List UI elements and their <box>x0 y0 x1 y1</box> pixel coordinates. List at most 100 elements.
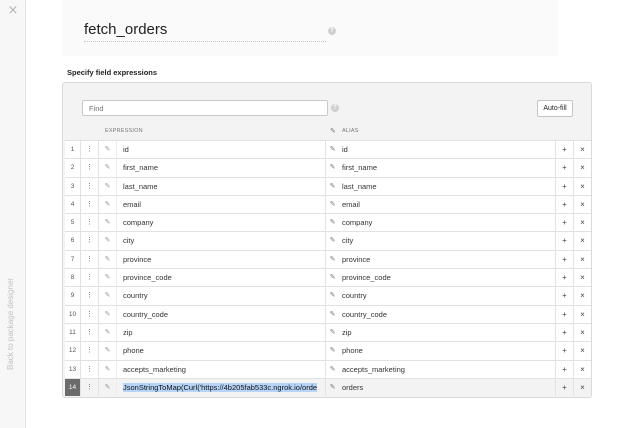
remove-row-icon[interactable]: × <box>573 287 591 305</box>
drag-handle-icon[interactable]: ⋮ <box>81 177 99 195</box>
edit-alias-icon[interactable]: ✎ <box>325 287 337 305</box>
component-name-help-icon[interactable]: ? <box>328 27 336 35</box>
add-row-icon[interactable]: + <box>555 195 573 214</box>
remove-row-icon[interactable]: × <box>573 305 591 323</box>
remove-row-icon[interactable]: × <box>573 378 591 397</box>
add-row-icon[interactable]: + <box>555 159 573 177</box>
drag-handle-icon[interactable]: ⋮ <box>81 269 99 287</box>
drag-handle-icon[interactable]: ⋮ <box>81 250 99 269</box>
add-row-icon[interactable]: + <box>555 360 573 378</box>
edit-expression-icon[interactable]: ✎ <box>99 360 117 378</box>
remove-row-icon[interactable]: × <box>573 195 591 214</box>
table-row[interactable]: 2 ⋮ ✎ first_name ✎ first_name + × <box>65 158 591 177</box>
edit-expression-icon[interactable]: ✎ <box>99 323 117 342</box>
table-row[interactable]: 11 ⋮ ✎ zip ✎ zip + × <box>65 322 591 342</box>
add-row-icon[interactable]: + <box>555 378 573 397</box>
expression-field[interactable]: zip <box>123 324 319 341</box>
alias-field[interactable]: first_name <box>342 159 542 176</box>
drag-handle-icon[interactable]: ⋮ <box>81 360 99 378</box>
edit-expression-icon[interactable]: ✎ <box>99 195 117 214</box>
drag-handle-icon[interactable]: ⋮ <box>81 287 99 305</box>
add-row-icon[interactable]: + <box>555 214 573 232</box>
drag-handle-icon[interactable]: ⋮ <box>81 232 99 250</box>
edit-alias-icon[interactable]: ✎ <box>325 195 337 214</box>
add-row-icon[interactable]: + <box>555 323 573 342</box>
edit-expression-icon[interactable]: ✎ <box>99 214 117 232</box>
table-row[interactable]: 14 ⋮ ✎ JsonStringToMap(Curl('https://4b205f… <box>65 377 591 397</box>
edit-expression-icon[interactable]: ✎ <box>99 250 117 269</box>
table-row[interactable]: 9 ⋮ ✎ country ✎ country + × <box>65 286 591 305</box>
drag-handle-icon[interactable]: ⋮ <box>81 342 99 360</box>
expression-field[interactable]: city <box>123 232 319 249</box>
alias-field[interactable]: country <box>342 287 542 304</box>
table-row[interactable]: 6 ⋮ ✎ city ✎ city + × <box>65 231 591 250</box>
expression-field[interactable]: last_name <box>123 178 319 195</box>
drag-handle-icon[interactable]: ⋮ <box>81 323 99 342</box>
edit-alias-icon[interactable]: ✎ <box>325 323 337 342</box>
expression-field[interactable]: country_code <box>123 306 319 323</box>
remove-row-icon[interactable]: × <box>573 159 591 177</box>
edit-alias-icon[interactable]: ✎ <box>325 305 337 323</box>
alias-field[interactable]: id <box>342 141 542 158</box>
expression-field[interactable]: JsonStringToMap(Curl('https://4b205fab53… <box>123 379 319 396</box>
table-row[interactable]: 5 ⋮ ✎ company ✎ company + × <box>65 213 591 232</box>
alias-field[interactable]: zip <box>342 324 542 341</box>
alias-header-edit-icon[interactable]: ✎ <box>330 127 336 135</box>
edit-alias-icon[interactable]: ✎ <box>325 141 337 159</box>
expression-field[interactable]: province <box>123 251 319 268</box>
remove-row-icon[interactable]: × <box>573 342 591 360</box>
expression-field[interactable]: accepts_marketing <box>123 361 319 378</box>
add-row-icon[interactable]: + <box>555 232 573 250</box>
table-row[interactable]: 7 ⋮ ✎ province ✎ province + × <box>65 249 591 269</box>
remove-row-icon[interactable]: × <box>573 141 591 159</box>
alias-field[interactable]: accepts_marketing <box>342 361 542 378</box>
add-row-icon[interactable]: + <box>555 342 573 360</box>
drag-handle-icon[interactable]: ⋮ <box>81 305 99 323</box>
edit-expression-icon[interactable]: ✎ <box>99 177 117 195</box>
alias-field[interactable]: company <box>342 214 542 231</box>
table-row[interactable]: 12 ⋮ ✎ phone ✎ phone + × <box>65 341 591 360</box>
table-row[interactable]: 4 ⋮ ✎ email ✎ email + × <box>65 194 591 214</box>
expression-field[interactable]: province_code <box>123 269 319 286</box>
auto-fill-button[interactable]: Auto-fill <box>537 100 573 117</box>
add-row-icon[interactable]: + <box>555 305 573 323</box>
add-row-icon[interactable]: + <box>555 141 573 159</box>
find-help-icon[interactable]: ? <box>331 104 339 112</box>
edit-expression-icon[interactable]: ✎ <box>99 342 117 360</box>
edit-alias-icon[interactable]: ✎ <box>325 177 337 195</box>
add-row-icon[interactable]: + <box>555 177 573 195</box>
remove-row-icon[interactable]: × <box>573 323 591 342</box>
expression-field[interactable]: first_name <box>123 159 319 176</box>
edit-alias-icon[interactable]: ✎ <box>325 214 337 232</box>
add-row-icon[interactable]: + <box>555 287 573 305</box>
add-row-icon[interactable]: + <box>555 250 573 269</box>
edit-alias-icon[interactable]: ✎ <box>325 378 337 397</box>
edit-expression-icon[interactable]: ✎ <box>99 305 117 323</box>
expression-field[interactable]: company <box>123 214 319 231</box>
expression-field[interactable]: email <box>123 196 319 213</box>
expression-field[interactable]: phone <box>123 342 319 359</box>
expression-field[interactable]: id <box>123 141 319 158</box>
alias-field[interactable]: province <box>342 251 542 268</box>
edit-expression-icon[interactable]: ✎ <box>99 378 117 397</box>
edit-expression-icon[interactable]: ✎ <box>99 232 117 250</box>
remove-row-icon[interactable]: × <box>573 177 591 195</box>
edit-alias-icon[interactable]: ✎ <box>325 342 337 360</box>
edit-alias-icon[interactable]: ✎ <box>325 232 337 250</box>
drag-handle-icon[interactable]: ⋮ <box>81 195 99 214</box>
edit-expression-icon[interactable]: ✎ <box>99 141 117 159</box>
alias-field[interactable]: city <box>342 232 542 249</box>
alias-field[interactable]: orders <box>342 379 542 396</box>
alias-field[interactable]: province_code <box>342 269 542 286</box>
drag-handle-icon[interactable]: ⋮ <box>81 214 99 232</box>
back-to-package-designer-link[interactable]: Back to package designer <box>6 278 15 370</box>
table-row[interactable]: 3 ⋮ ✎ last_name ✎ last_name + × <box>65 176 591 195</box>
edit-expression-icon[interactable]: ✎ <box>99 159 117 177</box>
table-row[interactable]: 1 ⋮ ✎ id ✎ id + × <box>65 140 591 159</box>
drag-handle-icon[interactable]: ⋮ <box>81 141 99 159</box>
edit-alias-icon[interactable]: ✎ <box>325 250 337 269</box>
table-row[interactable]: 13 ⋮ ✎ accepts_marketing ✎ accepts_marketing +… <box>65 359 591 378</box>
drag-handle-icon[interactable]: ⋮ <box>81 378 99 397</box>
find-input[interactable] <box>82 100 328 116</box>
table-row[interactable]: 10 ⋮ ✎ country_code ✎ country_code + × <box>65 304 591 323</box>
